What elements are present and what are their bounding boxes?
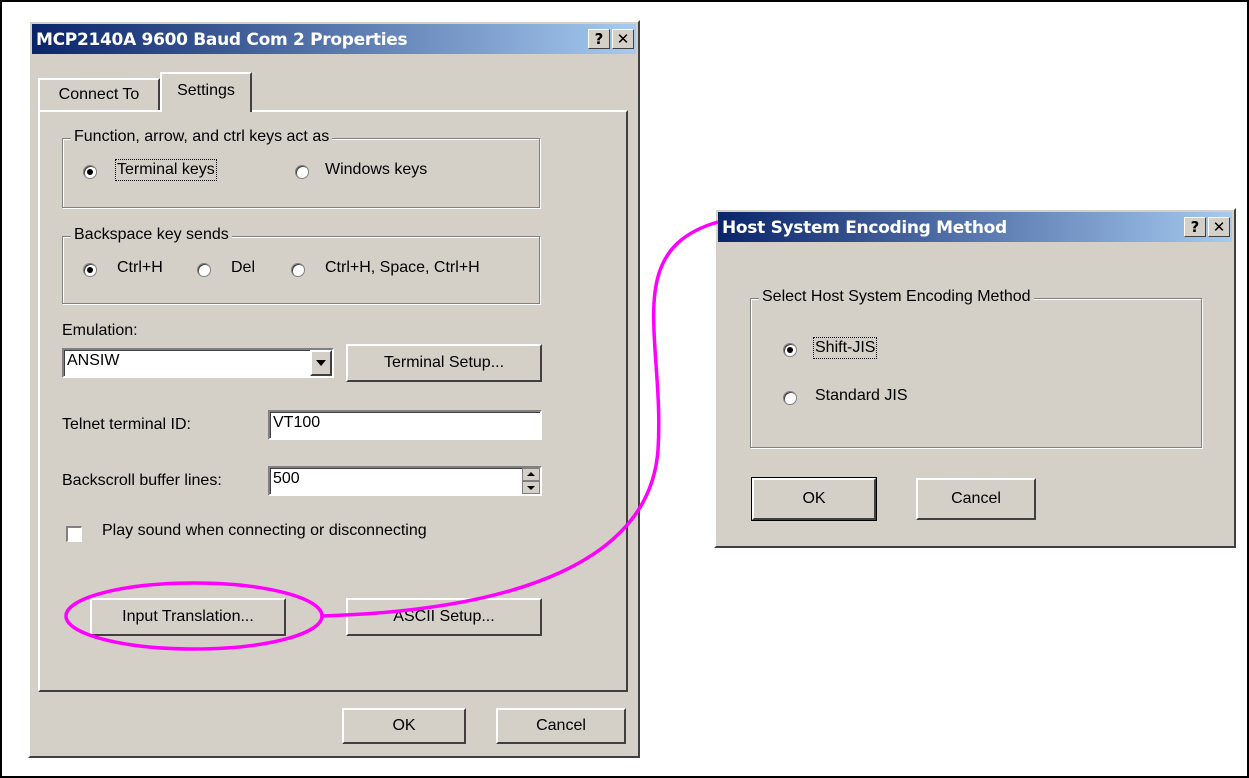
standard-jis-label[interactable]: Standard JIS [815, 387, 908, 405]
terminal-setup-label: Terminal Setup... [383, 354, 505, 371]
del-label[interactable]: Del [231, 259, 255, 277]
help-button[interactable]: ? [588, 29, 610, 49]
telnet-id-label: Telnet terminal ID: [62, 416, 191, 433]
play-sound-checkbox[interactable] [66, 526, 82, 542]
properties-dialog: MCP2140A 9600 Baud Com 2 Properties ? ✕ … [28, 20, 640, 758]
radio-del[interactable] [197, 263, 211, 277]
telnet-id-value: VT100 [273, 414, 321, 431]
cancel-label: Cancel [536, 717, 586, 734]
backscroll-input[interactable]: 500 [268, 466, 542, 496]
close-button[interactable]: ✕ [1208, 217, 1230, 237]
title-bar: MCP2140A 9600 Baud Com 2 Properties ? ✕ [32, 24, 636, 54]
ok-label: OK [802, 490, 826, 507]
radio-standard-jis[interactable] [783, 391, 797, 405]
emulation-value: ANSIW [67, 352, 120, 369]
terminal-keys-label[interactable]: Terminal keys [115, 159, 217, 181]
radio-windows-keys[interactable] [295, 165, 309, 179]
input-translation-label: Input Translation... [122, 608, 254, 625]
encoding-dialog: Host System Encoding Method ? ✕ Select H… [714, 208, 1236, 548]
help-button[interactable]: ? [1184, 217, 1206, 237]
title-bar: Host System Encoding Method ? ✕ [718, 212, 1232, 242]
cancel-label: Cancel [951, 490, 1001, 507]
encoding-group-label: Select Host System Encoding Method [759, 288, 1034, 306]
settings-panel: Function, arrow, and ctrl keys act as Te… [38, 110, 628, 692]
tab-settings[interactable]: Settings [160, 72, 252, 112]
radio-ctrl-h-space[interactable] [291, 263, 305, 277]
encoding-group: Select Host System Encoding Method Shift… [750, 288, 1202, 448]
backscroll-label: Backscroll buffer lines: [62, 472, 222, 489]
cancel-button[interactable]: Cancel [916, 478, 1036, 520]
radio-ctrl-h[interactable] [83, 263, 97, 277]
shift-jis-label[interactable]: Shift-JIS [812, 337, 878, 359]
dialog-title: Host System Encoding Method [722, 218, 1007, 238]
tab-label: Settings [177, 82, 235, 99]
spinner-down-icon[interactable] [522, 481, 540, 494]
tab-label: Connect To [58, 86, 140, 103]
emulation-label: Emulation: [62, 322, 138, 339]
ascii-setup-label: ASCII Setup... [393, 608, 495, 625]
input-translation-button[interactable]: Input Translation... [90, 598, 286, 636]
ctrl-h-label[interactable]: Ctrl+H [117, 259, 163, 277]
ctrl-h-space-label[interactable]: Ctrl+H, Space, Ctrl+H [325, 259, 480, 277]
spinner-up-icon[interactable] [522, 468, 540, 481]
cancel-button[interactable]: Cancel [496, 708, 626, 744]
dialog-title: MCP2140A 9600 Baud Com 2 Properties [36, 30, 408, 50]
telnet-id-input[interactable]: VT100 [268, 410, 542, 440]
keys-group-label: Function, arrow, and ctrl keys act as [71, 128, 333, 146]
play-sound-label[interactable]: Play sound when connecting or disconnect… [102, 522, 427, 540]
ok-button[interactable]: OK [751, 477, 877, 521]
backscroll-value: 500 [273, 470, 300, 487]
emulation-select[interactable]: ANSIW [62, 348, 334, 378]
ok-button[interactable]: OK [342, 708, 466, 744]
terminal-setup-button[interactable]: Terminal Setup... [346, 344, 542, 382]
windows-keys-label[interactable]: Windows keys [325, 161, 427, 179]
radio-terminal-keys[interactable] [83, 165, 97, 179]
dropdown-arrow-icon[interactable] [310, 350, 332, 376]
tab-connect-to[interactable]: Connect To [38, 78, 160, 110]
backspace-group-label: Backspace key sends [71, 226, 232, 244]
close-button[interactable]: ✕ [612, 29, 634, 49]
radio-shift-jis[interactable] [783, 343, 797, 357]
ok-label: OK [392, 717, 416, 734]
backspace-group: Backspace key sends Ctrl+H Del Ctrl+H, S… [62, 226, 540, 304]
ascii-setup-button[interactable]: ASCII Setup... [346, 598, 542, 636]
keys-group: Function, arrow, and ctrl keys act as Te… [62, 128, 540, 208]
